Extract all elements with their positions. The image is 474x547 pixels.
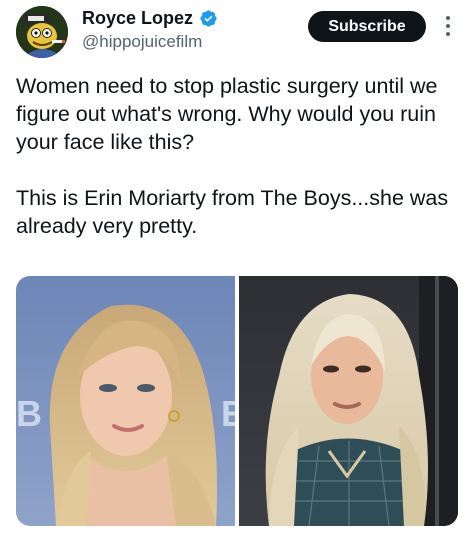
tweet-media: B E	[16, 276, 458, 526]
subscribe-button[interactable]: Subscribe	[308, 11, 426, 42]
cartoon-character-avatar-icon	[16, 6, 68, 58]
author-handle[interactable]: @hippojuicefilm	[82, 32, 202, 52]
svg-text:E: E	[221, 393, 235, 434]
vertical-ellipsis-icon[interactable]	[438, 14, 458, 38]
verified-badge-icon	[200, 10, 217, 27]
author-avatar[interactable]	[16, 6, 68, 58]
portrait-right-image	[239, 276, 458, 526]
author-name[interactable]: Royce Lopez	[82, 8, 193, 29]
portrait-left-image: B E	[16, 276, 235, 526]
author-name-row: Royce Lopez	[82, 8, 218, 29]
tweet-paragraph-1: Women need to stop plastic surgery until…	[16, 74, 438, 154]
tweet-paragraph-2: This is Erin Moriarty from The Boys...sh…	[16, 186, 449, 238]
tweet-header: Royce Lopez @hippojuicefilm Subscribe	[0, 0, 474, 62]
photo-right[interactable]	[239, 276, 458, 526]
svg-text:B: B	[16, 393, 42, 434]
tweet-text: Women need to stop plastic surgery until…	[16, 72, 462, 240]
photo-left[interactable]: B E	[16, 276, 235, 526]
